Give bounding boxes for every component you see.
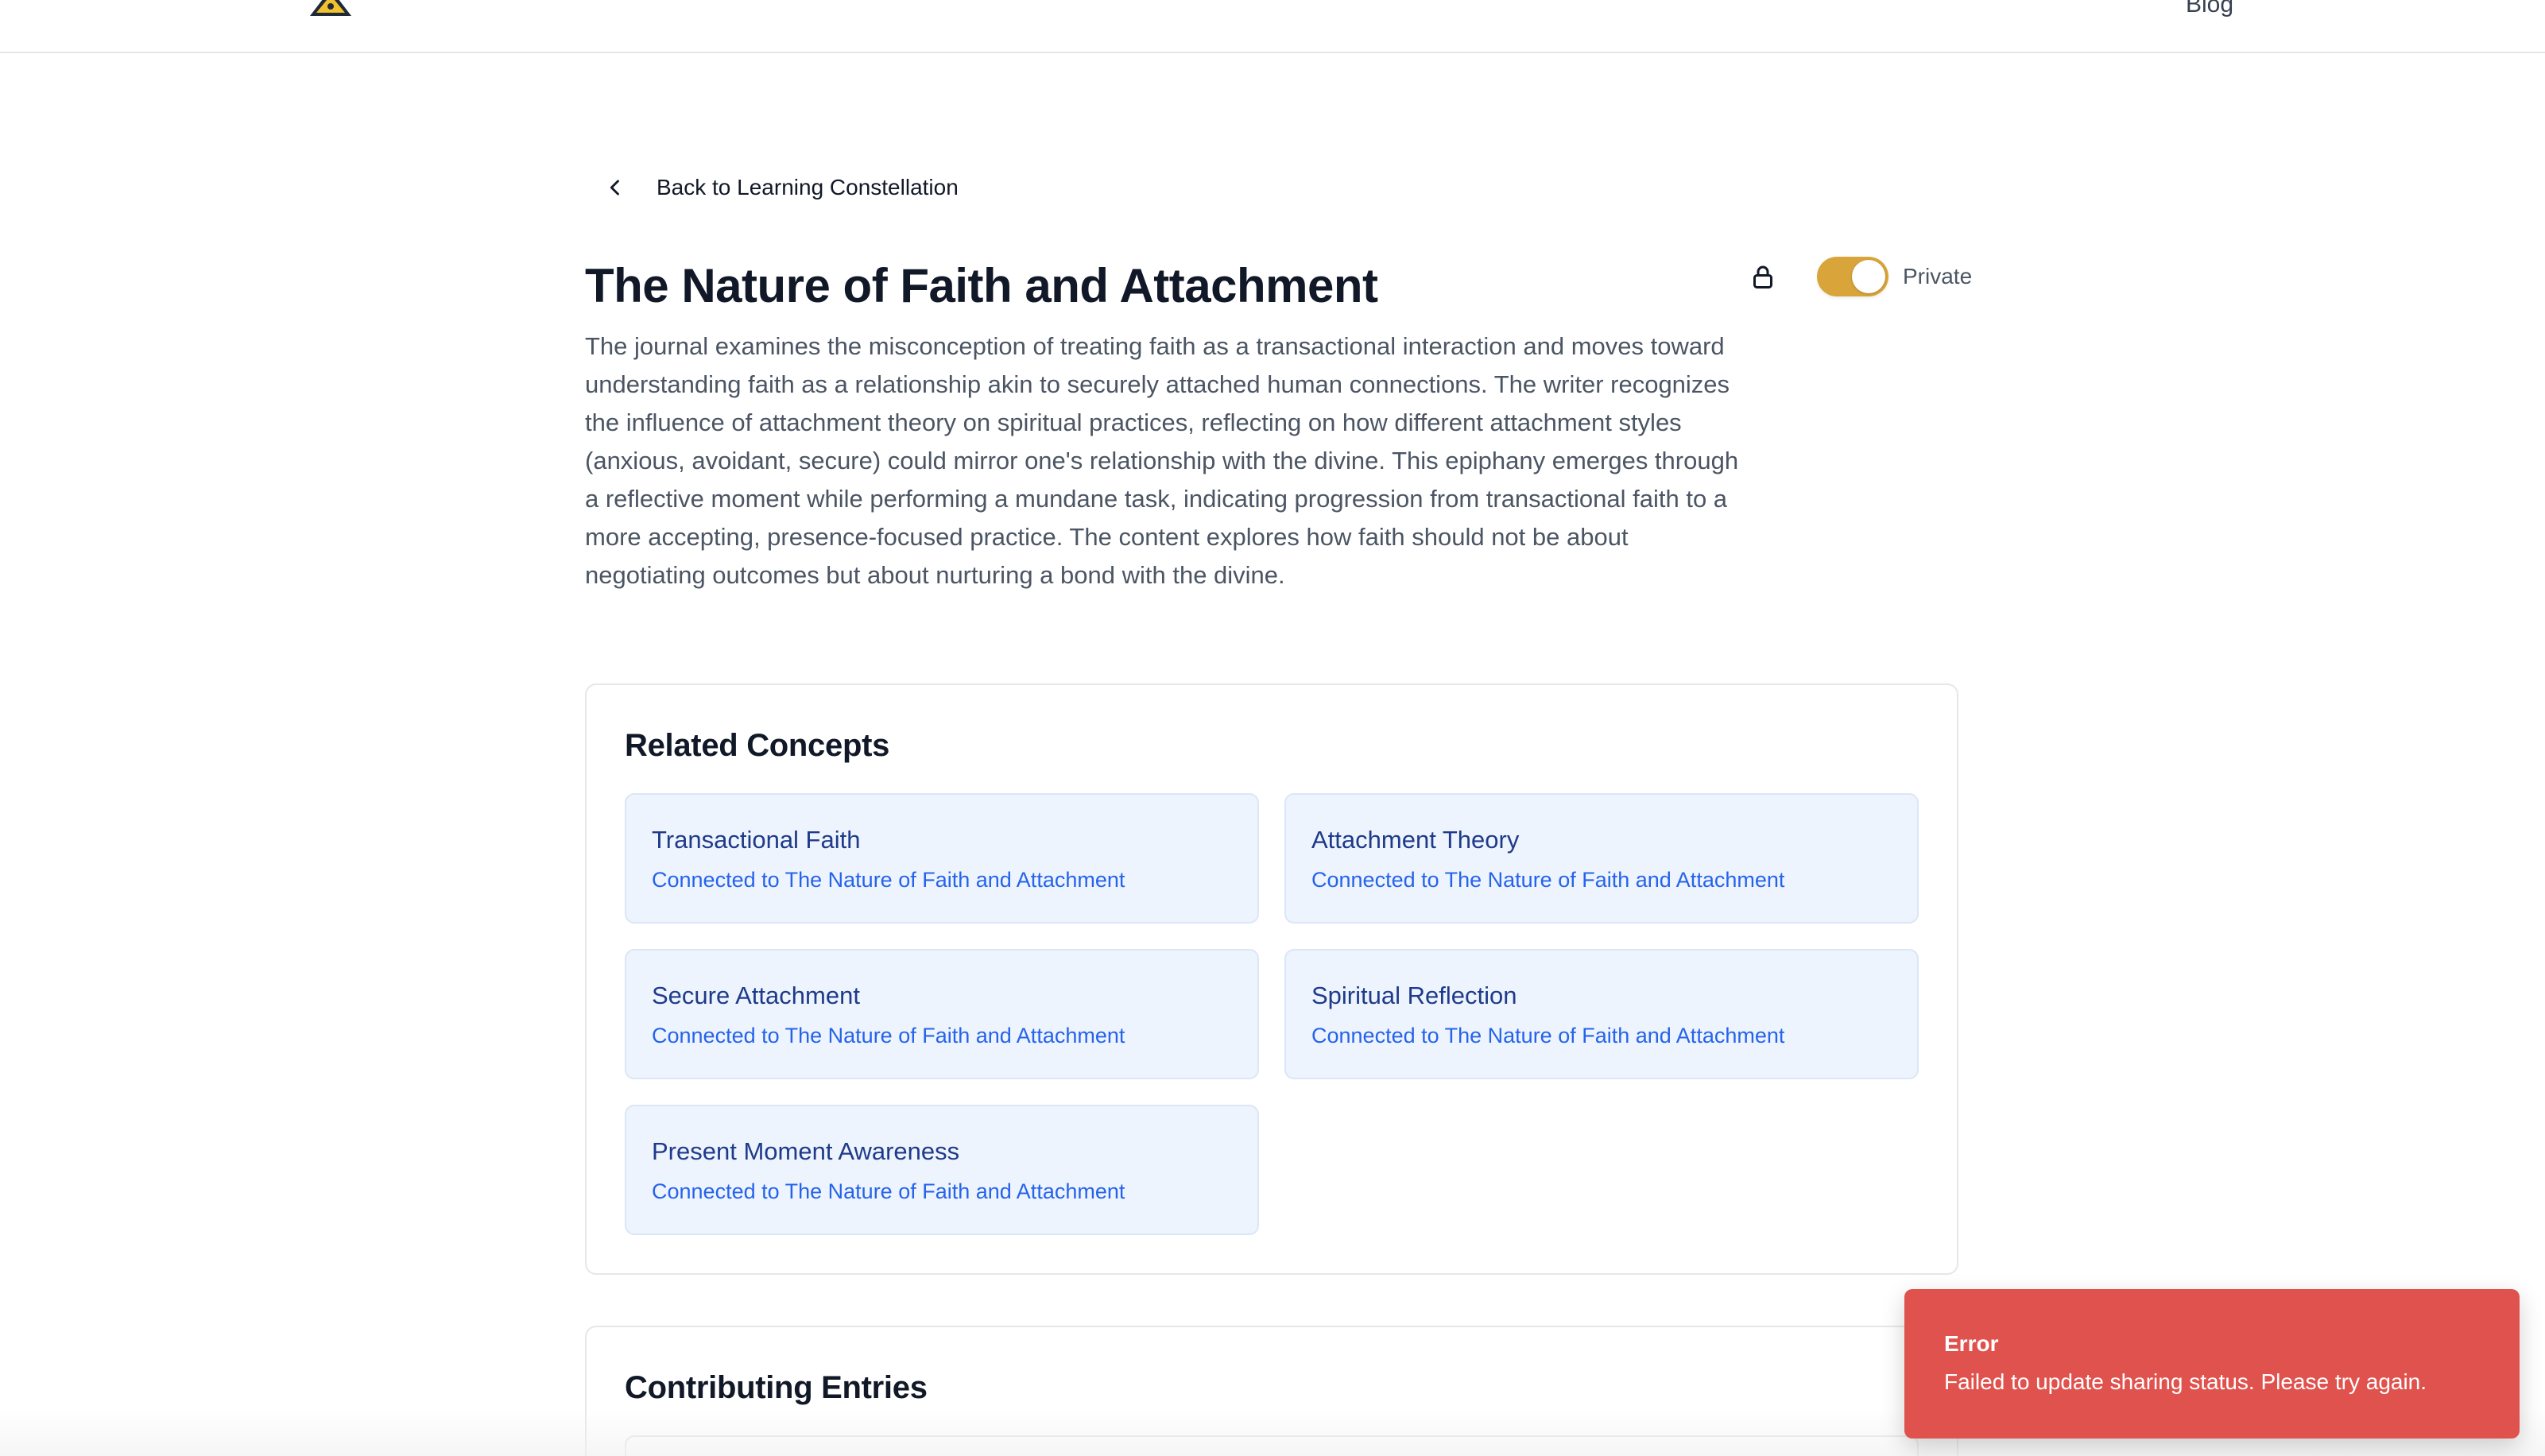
- privacy-label: Private: [1903, 264, 1973, 288]
- concept-subtitle: Connected to The Nature of Faith and Att…: [652, 1024, 1125, 1047]
- lock-icon: [1753, 265, 1772, 288]
- concept-subtitle: Connected to The Nature of Faith and Att…: [1311, 1024, 1785, 1047]
- toast-message: Failed to update sharing status. Please …: [1944, 1369, 2427, 1394]
- related-concepts-title: Related Concepts: [625, 728, 890, 763]
- error-toast[interactable]: Error Failed to update sharing status. P…: [1904, 1289, 2520, 1439]
- contributing-entries-card: Contributing Entries: [585, 1326, 1958, 1456]
- journal-description: The journal examines the misconception o…: [585, 332, 1739, 589]
- contributing-entries-title: Contributing Entries: [625, 1370, 928, 1405]
- concept-subtitle: Connected to The Nature of Faith and Att…: [1311, 868, 1785, 892]
- nav-blog-link[interactable]: Blog: [2186, 0, 2233, 19]
- concept-name: Spiritual Reflection: [1311, 982, 1517, 1009]
- concept-card[interactable]: Secure Attachment Connected to The Natur…: [625, 949, 1259, 1079]
- concept-grid: Transactional Faith Connected to The Nat…: [625, 793, 1919, 1235]
- hazard-logo-icon[interactable]: [310, 0, 351, 16]
- concept-subtitle: Connected to The Nature of Faith and Att…: [652, 868, 1125, 892]
- concept-name: Present Moment Awareness: [652, 1137, 960, 1165]
- private-toggle[interactable]: [1817, 257, 1888, 296]
- related-concepts-card: Related Concepts Transactional Faith Con…: [585, 683, 1958, 1275]
- concept-card[interactable]: Attachment Theory Connected to The Natur…: [1284, 793, 1919, 924]
- concept-subtitle: Connected to The Nature of Faith and Att…: [652, 1179, 1125, 1203]
- page: Blog Back to Learning Constellation The …: [0, 0, 2545, 1456]
- top-nav: Blog: [0, 0, 2545, 53]
- privacy-control: Private: [1749, 256, 1972, 297]
- concept-name: Secure Attachment: [652, 982, 860, 1009]
- back-link-label: Back to Learning Constellation: [657, 175, 959, 199]
- back-link[interactable]: Back to Learning Constellation: [604, 168, 959, 207]
- toggle-knob: [1852, 260, 1885, 293]
- concept-card[interactable]: Spiritual Reflection Connected to The Na…: [1284, 949, 1919, 1079]
- toast-title: Error: [1944, 1331, 1999, 1356]
- concept-name: Transactional Faith: [652, 826, 861, 854]
- concept-name: Attachment Theory: [1311, 826, 1520, 854]
- entry-item[interactable]: [625, 1435, 1919, 1456]
- concept-card[interactable]: Transactional Faith Connected to The Nat…: [625, 793, 1259, 924]
- concept-card[interactable]: Present Moment Awareness Connected to Th…: [625, 1105, 1259, 1235]
- chevron-left-icon: [610, 180, 619, 196]
- page-title: The Nature of Faith and Attachment: [585, 259, 1378, 312]
